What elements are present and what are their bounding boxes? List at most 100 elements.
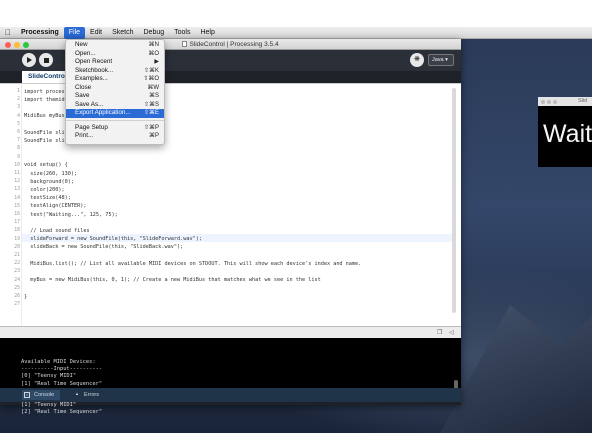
menu-item-shortcut: ⌘S	[148, 93, 159, 99]
console-line: Available MIDI Devices:	[21, 359, 96, 365]
zoom-window-button[interactable]	[23, 41, 29, 48]
code-line: MidiBus.list(); // List all available MI…	[24, 260, 362, 267]
menu-item-label: New	[75, 41, 88, 48]
code-line: color(200);	[24, 186, 65, 193]
console-tabs: > Console ▲ Errors	[0, 388, 461, 402]
file-menu-sketchbook[interactable]: Sketchbook... ⇧⌘K	[66, 67, 164, 76]
tab-errors-label: Errors	[84, 392, 99, 398]
line-number: 21	[14, 253, 20, 258]
menu-processing[interactable]: Processing	[16, 27, 64, 39]
tab-console-label: Console	[34, 392, 55, 398]
menu-item-shortcut: ⌘P	[148, 133, 159, 139]
console-line: [2] "Real Time Sequencer"	[21, 409, 103, 416]
line-number: 19	[14, 236, 20, 242]
document-icon	[182, 41, 188, 47]
menu-item-shortcut: ⇧⌘E	[143, 110, 159, 116]
menu-item-shortcut: ⇧⌘P	[143, 124, 159, 131]
console-divider[interactable]: ❐ ◁	[0, 326, 461, 338]
menu-item-label: Save	[75, 92, 90, 99]
menu-item-label: Close	[75, 83, 92, 91]
menu-item-shortcut: ⌘W	[147, 84, 159, 91]
menu-item-label: Sketchbook...	[75, 66, 114, 74]
tab-console[interactable]: > Console	[22, 390, 61, 400]
console-line: ----------Input----------	[21, 366, 103, 373]
line-number-gutter: 1 2 3 4 5 6 7 8 9 10 11 12 13 14 15 16 17 18 19 20 21 22 23 24 2…	[0, 84, 22, 327]
screenshot:  ProcessingFileEditSketchDebugToolsHelp…	[0, 0, 592, 444]
file-menu-dropdown: New ⌘N Open... ⌘O Open Recent ▶ Sketchbook... ⇧…	[65, 39, 165, 145]
menu-item-shortcut: ⇧⌘O	[143, 76, 159, 82]
code-line: MidiBus myBus	[24, 113, 65, 120]
menu-item-label: Open...	[75, 49, 96, 57]
menu-help[interactable]: Help	[195, 27, 219, 39]
line-number: 12	[14, 179, 20, 185]
code-line: slideForward = new SoundFile(this, "Slid…	[24, 236, 203, 243]
file-menu-open-recent[interactable]: Open Recent ▶	[66, 58, 164, 67]
menu-file[interactable]: File	[63, 26, 86, 39]
menu-separator	[66, 120, 164, 121]
file-menu-examples[interactable]: Examples... ⇧⌘O	[66, 75, 164, 84]
console-line: [0] "Teensy MIDI"	[21, 373, 77, 380]
menu-sketch[interactable]: Sketch	[107, 27, 138, 39]
run-button[interactable]	[22, 53, 36, 67]
window-title: SlideControl | Processing 3.5.4	[189, 41, 279, 48]
line-number: 13	[14, 187, 20, 193]
file-menu-export-application[interactable]: Export Application... ⇧⌘E	[66, 109, 164, 118]
menu-bar:  ProcessingFileEditSketchDebugToolsHelp	[0, 26, 592, 39]
apple-icon[interactable]: 	[0, 28, 16, 37]
menu-item-label: Print...	[75, 132, 94, 139]
line-number: 25	[14, 285, 20, 291]
line-number: 10	[14, 162, 20, 168]
tab-errors[interactable]: ▲ Errors	[72, 390, 99, 400]
close-window-button[interactable]	[5, 41, 11, 48]
menu-item-shortcut: ⇧⌘S	[143, 101, 159, 108]
line-number: 8	[17, 146, 20, 152]
line-number: 3	[17, 105, 20, 111]
menu-tools[interactable]: Tools	[169, 27, 195, 39]
line-number: 15	[14, 203, 20, 209]
code-line: text("Waiting...", 125, 75);	[24, 211, 118, 218]
line-number: 2	[17, 97, 20, 103]
line-number: 17	[14, 220, 20, 226]
sketch-output-text: Wait	[543, 120, 592, 148]
copy-icon[interactable]: ❐	[437, 329, 442, 336]
code-line: SoundFile sli	[24, 137, 65, 144]
tab-slidecontrol[interactable]: SlideControl	[22, 71, 67, 83]
line-number: 20	[14, 244, 20, 250]
file-menu-save-as[interactable]: Save As... ⇧⌘S	[66, 101, 164, 110]
code-line: myBus = new MidiBus(this, 0, 1); // Crea…	[24, 277, 321, 284]
editor-scrollbar[interactable]	[452, 88, 456, 313]
line-number: 4	[17, 113, 20, 119]
line-number: 26	[14, 294, 20, 299]
warning-icon: ▲	[75, 391, 79, 396]
play-icon	[27, 57, 32, 63]
menu-debug[interactable]: Debug	[139, 27, 170, 39]
code-line: }	[24, 293, 28, 300]
file-menu-page-setup[interactable]: Page Setup ⇧⌘P	[66, 124, 164, 133]
line-number: 23	[14, 269, 20, 275]
menu-item-label: Page Setup	[75, 123, 108, 131]
line-number: 7	[17, 138, 20, 144]
line-number: 5	[17, 121, 20, 127]
file-menu-close[interactable]: Close ⌘W	[66, 84, 164, 93]
code-line: background(0);	[24, 178, 74, 185]
menu-item-label: Examples...	[75, 75, 108, 82]
stop-icon	[43, 57, 49, 63]
line-number: 11	[14, 171, 20, 176]
file-menu-save[interactable]: Save ⌘S	[66, 92, 164, 101]
file-menu-print[interactable]: Print... ⌘P	[66, 132, 164, 141]
butterfly-icon[interactable]: ❋	[410, 53, 424, 67]
file-menu-open[interactable]: Open... ⌘O	[66, 50, 164, 59]
menu-item-shortcut: ⇧⌘K	[143, 67, 159, 74]
menu-item-shortcut: ⌘O	[148, 50, 159, 57]
line-number: 9	[17, 154, 20, 160]
line-number: 24	[14, 277, 20, 283]
collapse-icon[interactable]: ◁	[449, 329, 454, 336]
menu-item-shortcut: ▶	[154, 59, 159, 65]
mode-selector[interactable]: Java ▾	[428, 54, 454, 66]
code-line: SoundFile sli	[24, 129, 65, 136]
stop-button[interactable]	[39, 53, 53, 67]
file-menu-new[interactable]: New ⌘N	[66, 41, 164, 50]
console-line: [1] "Real Time Sequencer"	[21, 380, 103, 387]
menu-edit[interactable]: Edit	[85, 27, 107, 39]
minimize-window-button[interactable]	[14, 41, 20, 48]
